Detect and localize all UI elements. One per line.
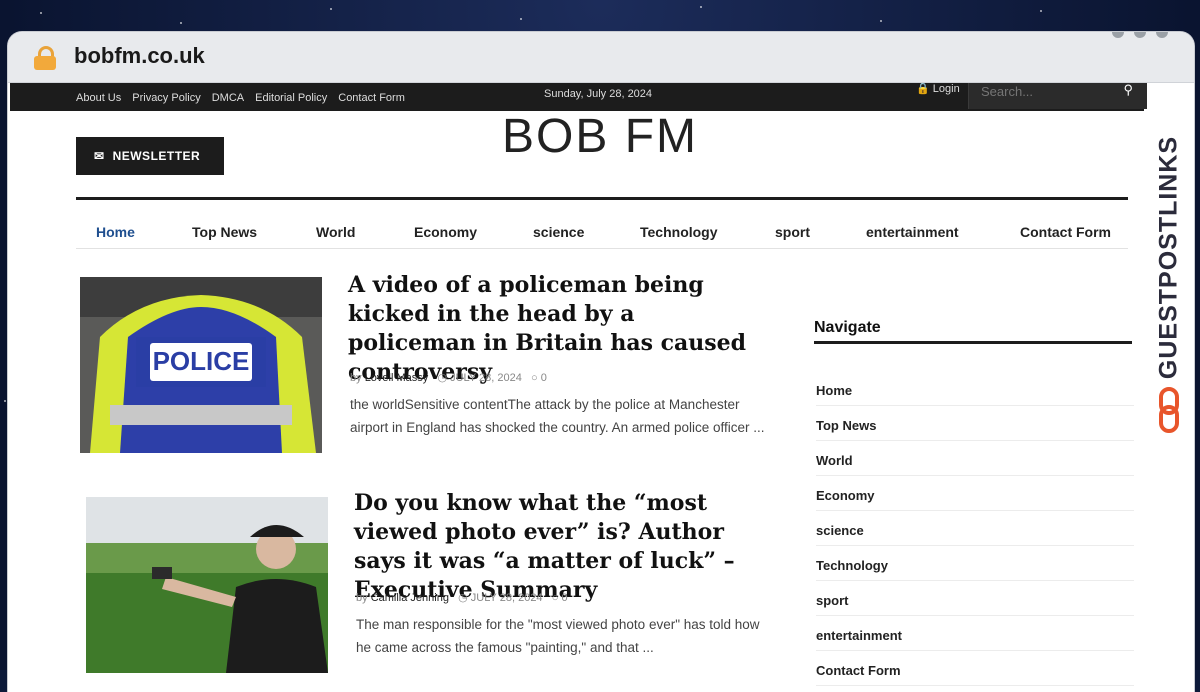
sidebar-item-sport[interactable]: sport — [816, 593, 1134, 616]
nav-item-technology[interactable]: Technology — [640, 224, 718, 240]
nav-item-home[interactable]: Home — [96, 224, 135, 240]
newsletter-button[interactable]: ✉ NEWSLETTER — [76, 137, 224, 175]
watermark: GUESTPOSTLINKS — [1154, 123, 1184, 443]
window-dot-icon[interactable] — [1134, 32, 1146, 38]
top-link-dmca[interactable]: DMCA — [212, 92, 244, 104]
divider — [814, 341, 1132, 344]
by-label: by — [356, 592, 368, 604]
article-excerpt: the worldSensitive contentThe attack by … — [350, 397, 765, 435]
article-thumbnail[interactable] — [86, 497, 328, 673]
current-date: Sunday, July 28, 2024 — [544, 88, 653, 100]
window-controls — [1112, 32, 1168, 38]
search-input[interactable] — [979, 83, 1113, 100]
search-box: ⚲ — [968, 83, 1147, 109]
search-icon[interactable]: ⚲ — [1123, 83, 1133, 98]
article-title[interactable]: Do you know what the “most viewed photo … — [354, 489, 774, 605]
top-link-editorial[interactable]: Editorial Policy — [255, 92, 327, 104]
sidebar-item-contact[interactable]: Contact Form — [816, 663, 1134, 686]
comment-icon: ○ — [531, 372, 538, 384]
sidebar-item-entertainment[interactable]: entertainment — [816, 628, 1134, 651]
article-meta: by Camilla Jenning ◷ JULY 28, 2024 ○ 0 — [356, 591, 568, 604]
clock-icon: ◷ — [458, 592, 468, 604]
sidebar-title: Navigate — [814, 319, 881, 336]
nav-item-science[interactable]: science — [533, 224, 584, 240]
image-text: POLICE — [153, 346, 250, 376]
top-link-contact[interactable]: Contact Form — [338, 92, 405, 104]
photographer-image — [86, 497, 328, 673]
nav-item-contact[interactable]: Contact Form — [1020, 224, 1111, 240]
nav-item-sport[interactable]: sport — [775, 224, 810, 240]
article-date: JULY 28, 2024 — [450, 372, 522, 384]
article-meta: by Lovell Massy ◷ JULY 28, 2024 ○ 0 — [350, 371, 547, 384]
top-bar: About Us Privacy Policy DMCA Editorial P… — [10, 83, 1147, 111]
comment-count[interactable]: 0 — [561, 592, 567, 604]
login-label: Login — [932, 83, 960, 95]
sidebar-item-world[interactable]: World — [816, 453, 1134, 476]
top-link-about[interactable]: About Us — [76, 92, 121, 104]
nav-item-top-news[interactable]: Top News — [192, 224, 257, 240]
envelope-icon: ✉ — [94, 149, 105, 163]
lock-icon: 🔒 — [916, 83, 930, 95]
nav-item-entertainment[interactable]: entertainment — [866, 224, 959, 240]
nav-item-world[interactable]: World — [316, 224, 355, 240]
by-label: by — [350, 372, 362, 384]
sidebar-item-technology[interactable]: Technology — [816, 558, 1134, 581]
comment-count[interactable]: 0 — [541, 372, 547, 384]
top-links: About Us Privacy Policy DMCA Editorial P… — [76, 92, 405, 104]
main-nav: Home Top News World Economy science Tech… — [76, 197, 1128, 249]
article-author[interactable]: Camilla Jenning — [371, 592, 449, 604]
chain-link-icon — [1159, 387, 1179, 433]
sidebar-item-top-news[interactable]: Top News — [816, 418, 1134, 441]
article-author[interactable]: Lovell Massy — [365, 372, 429, 384]
login-link[interactable]: 🔒 Login — [916, 83, 960, 95]
watermark-text: GUESTPOSTLINKS — [1154, 135, 1183, 380]
nav-item-economy[interactable]: Economy — [414, 224, 477, 240]
window-dot-icon[interactable] — [1112, 32, 1124, 38]
newsletter-label: NEWSLETTER — [112, 149, 201, 163]
article-title[interactable]: A video of a policeman being kicked in t… — [348, 271, 768, 387]
top-link-privacy[interactable]: Privacy Policy — [132, 92, 200, 104]
lock-icon — [34, 46, 56, 70]
article-excerpt: The man responsible for the "most viewed… — [356, 617, 760, 655]
web-page: About Us Privacy Policy DMCA Editorial P… — [8, 83, 1194, 692]
clock-icon: ◷ — [437, 372, 448, 384]
window-dot-icon[interactable] — [1156, 32, 1168, 38]
article-date: JULY 28, 2024 — [470, 592, 543, 604]
comment-icon: ○ — [551, 592, 559, 604]
browser-toolbar: bobfm.co.uk — [8, 32, 1194, 83]
police-officer-image: POLICE — [80, 277, 322, 453]
browser-window: bobfm.co.uk About Us Privacy Policy DMCA… — [8, 32, 1194, 692]
address-bar[interactable]: bobfm.co.uk — [74, 43, 205, 69]
sidebar-item-economy[interactable]: Economy — [816, 488, 1134, 511]
article-thumbnail[interactable]: POLICE — [80, 277, 322, 453]
sidebar-item-science[interactable]: science — [816, 523, 1134, 546]
sidebar-item-home[interactable]: Home — [816, 383, 1134, 406]
site-logo[interactable]: BOB FM — [502, 109, 698, 164]
